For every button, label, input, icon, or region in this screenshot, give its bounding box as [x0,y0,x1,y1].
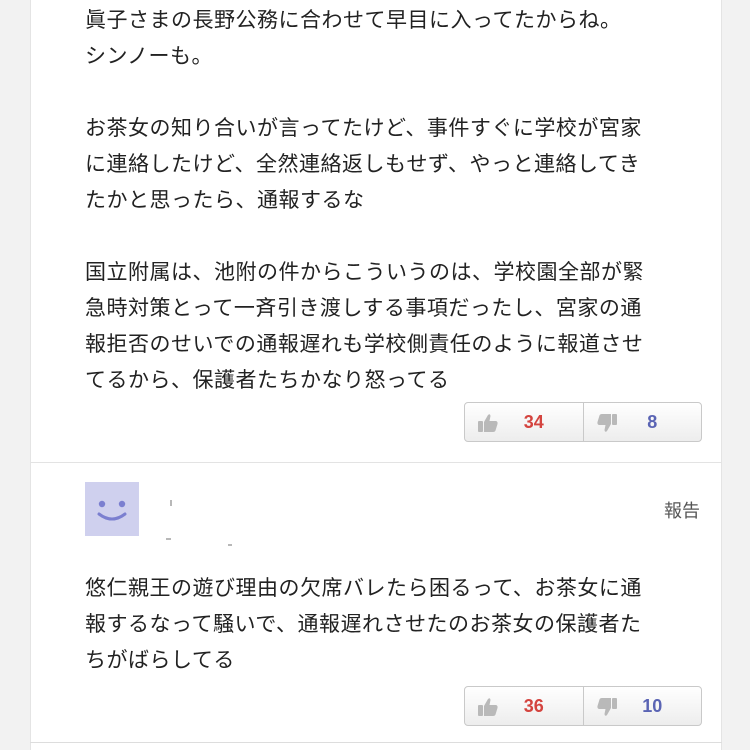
thumbs-down-icon [596,698,617,716]
comment-divider [30,462,722,463]
thumbs-down-icon [596,414,617,432]
bottom-border [30,742,722,743]
thumbs-up-icon [478,698,498,716]
like-count: 34 [523,411,544,432]
redaction-artifact [166,538,171,540]
right-border [721,0,722,750]
dislike-count: 8 [647,411,658,432]
comment-body: 悠仁親王の遊び理由の欠席バレたら困るって、お茶女に通 報するなって騒いで、通報遅… [85,576,642,672]
dislike-button[interactable]: 10 [582,687,702,725]
thumbs-up-icon [478,414,498,432]
comment-body: 眞子さまの長野公務に合わせて早目に入ってたからね。 シンノーも。 お茶女の知り合… [85,8,644,392]
redacted-username [158,490,268,550]
like-button[interactable]: 36 [465,687,583,725]
left-border [30,0,31,750]
report-link[interactable]: 報告 [664,497,700,523]
right-gutter [722,0,750,750]
vote-widget: 36 10 [464,686,702,726]
smiley-face-icon [97,500,127,521]
redaction-artifact [228,544,232,546]
dislike-count: 10 [642,695,663,716]
avatar [85,482,139,536]
like-count: 36 [523,695,544,716]
redaction-artifact [170,500,172,506]
left-gutter [0,0,30,750]
vote-widget: 34 8 [464,402,702,442]
dislike-button[interactable]: 8 [582,403,702,441]
like-button[interactable]: 34 [465,403,583,441]
